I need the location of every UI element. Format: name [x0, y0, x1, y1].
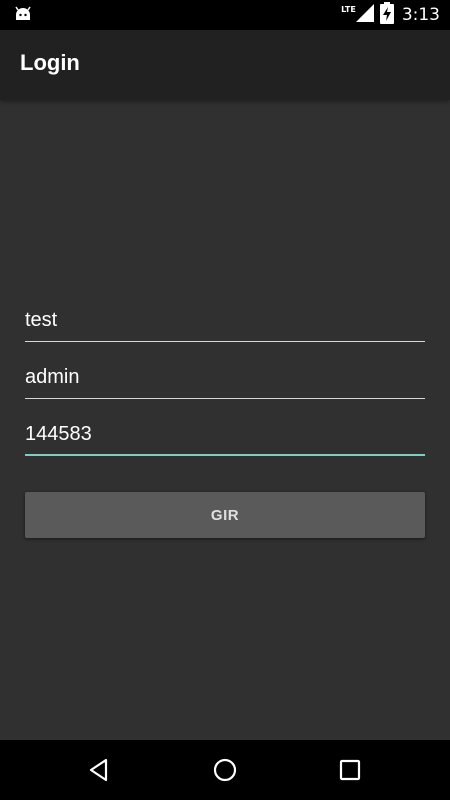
recents-icon[interactable]	[337, 757, 363, 783]
username-field[interactable]	[25, 300, 425, 341]
battery-charging-icon	[379, 2, 394, 28]
back-icon[interactable]	[86, 757, 112, 783]
status-bar: LTE 3:13	[0, 0, 450, 30]
signal-icon	[354, 3, 376, 27]
app-bar: Login	[0, 30, 450, 100]
code-field[interactable]	[25, 414, 425, 454]
username-field-container	[25, 300, 425, 342]
login-button[interactable]: GIR	[25, 492, 425, 538]
user-type-field-container	[25, 357, 425, 399]
status-clock: 3:13	[401, 5, 440, 25]
android-icon	[14, 6, 32, 26]
page-title: Login	[20, 50, 80, 75]
password-field-container	[25, 414, 425, 456]
navigation-bar	[0, 740, 450, 800]
home-icon[interactable]	[212, 757, 238, 783]
network-type-label: LTE	[341, 4, 356, 14]
second-field[interactable]	[25, 357, 425, 398]
